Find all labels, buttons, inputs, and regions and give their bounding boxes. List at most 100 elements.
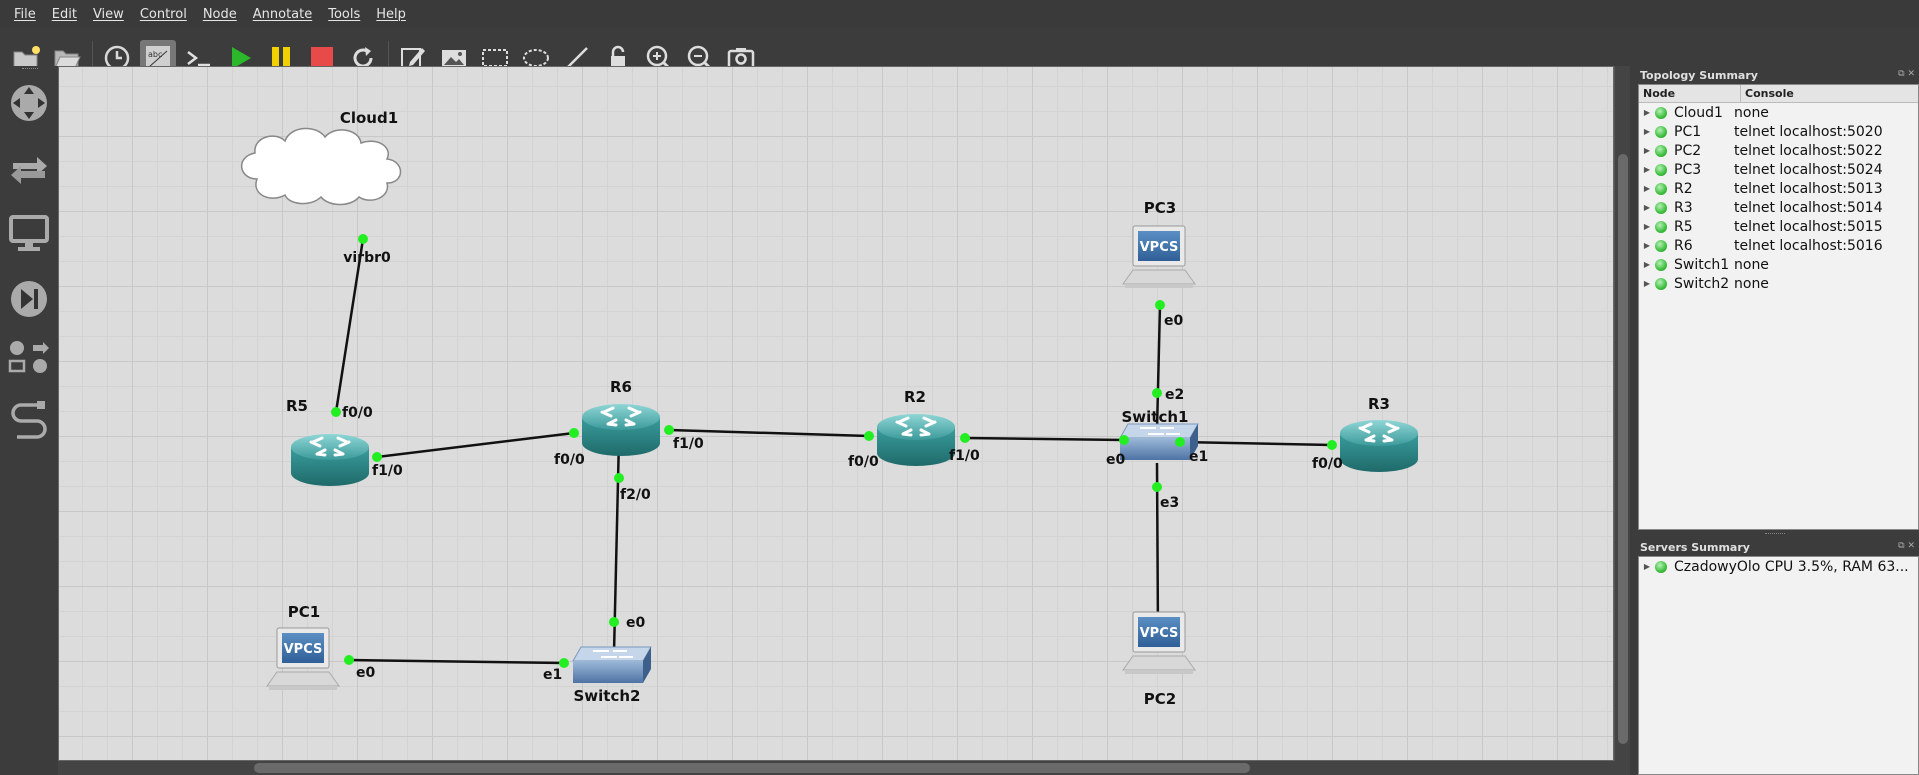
node-status-icon — [1655, 239, 1667, 252]
console-cell: none — [1734, 275, 1769, 292]
canvas-horizontal-scrollbar[interactable] — [58, 761, 1630, 775]
menu-file[interactable]: File — [6, 7, 44, 22]
end-device-type-icon — [9, 215, 49, 251]
column-header-node[interactable]: Node — [1639, 85, 1741, 102]
browse-routers-button[interactable] — [6, 80, 52, 126]
topology-summary-row[interactable]: ▶ Switch1 none — [1639, 255, 1918, 274]
port-dot — [344, 655, 354, 665]
topology-summary-row[interactable]: ▶ R6 telnet localhost:5016 — [1639, 236, 1918, 255]
panel-float-close-icons[interactable]: ⧉ ✕ — [1898, 541, 1915, 551]
port-dot — [1119, 435, 1129, 445]
node-types-dock — [0, 66, 58, 775]
port-label: e0 — [626, 615, 645, 631]
node-name-cell: R5 — [1674, 218, 1693, 235]
node-label: R6 — [610, 378, 632, 396]
link-r2-switch1[interactable] — [964, 436, 1125, 442]
port-dot — [358, 234, 368, 244]
port-label: e0 — [1164, 313, 1183, 329]
link-r5-r6[interactable] — [376, 431, 575, 459]
servers-summary-title: Servers Summary — [1640, 541, 1750, 554]
expand-arrow-icon[interactable]: ▶ — [1639, 222, 1655, 231]
node-r5[interactable]: R5 f0/0 f1/0 — [286, 397, 403, 488]
browse-security-devices-button[interactable] — [6, 276, 52, 322]
node-status-icon — [1655, 220, 1667, 233]
console-cell: telnet localhost:5015 — [1734, 218, 1883, 235]
scrollbar-thumb[interactable] — [254, 763, 1250, 773]
menu-view[interactable]: View — [85, 7, 132, 22]
port-label: e0 — [1106, 452, 1125, 468]
add-link-button[interactable] — [6, 396, 52, 442]
browse-end-devices-button[interactable] — [6, 210, 52, 256]
topology-summary-list: ▶ Cloud1 none ▶ PC1 telnet localhost:5020 ▶ PC2… — [1639, 103, 1918, 293]
node-cloud1[interactable]: Cloud1 virbr0 — [241, 109, 402, 266]
menu-edit[interactable]: Edit — [44, 7, 85, 22]
link-pc1-switch2[interactable] — [348, 658, 565, 665]
expand-arrow-icon[interactable]: ▶ — [1639, 184, 1655, 193]
menu-annotate[interactable]: Annotate — [245, 7, 320, 22]
scrollbar-thumb[interactable] — [1618, 154, 1628, 744]
splitter-grip[interactable] — [1765, 533, 1785, 534]
port-dot — [1327, 440, 1337, 450]
node-r6[interactable]: R6 f0/0 f1/0 f2/0 — [554, 378, 704, 503]
link-switch1-r3[interactable] — [1179, 440, 1333, 447]
topology-summary-row[interactable]: ▶ PC3 telnet localhost:5024 — [1639, 160, 1918, 179]
menu-tools[interactable]: Tools — [320, 7, 368, 22]
vpcs-pc-icon — [1122, 225, 1196, 289]
expand-arrow-icon[interactable]: ▶ — [1639, 203, 1655, 212]
console-cell: telnet localhost:5022 — [1734, 142, 1883, 159]
topology-summary-row[interactable]: ▶ PC2 telnet localhost:5022 — [1639, 141, 1918, 160]
browse-all-devices-button[interactable] — [6, 336, 52, 382]
vpcs-badge: VPCS — [284, 642, 323, 657]
console-cell: none — [1734, 256, 1769, 273]
node-status-icon — [1655, 277, 1667, 290]
port-label: f0/0 — [342, 405, 373, 421]
node-label: R2 — [904, 388, 926, 406]
server-status-icon — [1655, 560, 1667, 573]
node-pc2[interactable]: e0 VPCS PC2 — [1122, 611, 1196, 708]
port-dot — [1152, 482, 1162, 492]
node-pc1[interactable]: PC1 VPCS e0 — [266, 603, 375, 691]
expand-arrow-icon[interactable]: ▶ — [1639, 108, 1655, 117]
node-switch2[interactable]: e0 e1 Switch2 — [543, 615, 652, 705]
menu-control[interactable]: Control — [132, 7, 195, 22]
expand-arrow-icon[interactable]: ▶ — [1639, 146, 1655, 155]
expand-arrow-icon[interactable]: ▶ — [1639, 279, 1655, 288]
vpcs-badge: VPCS — [1140, 626, 1179, 641]
topology-summary-row[interactable]: ▶ Cloud1 none — [1639, 103, 1918, 122]
topology-summary-header: Node Console — [1639, 85, 1918, 103]
menu-bar: File Edit View Control Node Annotate Too… — [0, 0, 1919, 28]
port-dot — [664, 425, 674, 435]
node-r3[interactable]: R3 f0/0 — [1312, 395, 1420, 474]
topology-summary-row[interactable]: ▶ R5 telnet localhost:5015 — [1639, 217, 1918, 236]
canvas-vertical-scrollbar[interactable] — [1614, 66, 1630, 761]
dock-grip — [22, 68, 38, 71]
node-pc3[interactable]: PC3 VPCS e0 — [1122, 199, 1196, 329]
menu-help[interactable]: Help — [368, 7, 414, 22]
topology-summary-row[interactable]: ▶ R3 telnet localhost:5014 — [1639, 198, 1918, 217]
port-dot — [960, 433, 970, 443]
menu-node[interactable]: Node — [195, 7, 245, 22]
port-dot — [614, 473, 624, 483]
topology-canvas[interactable]: Cloud1 virbr0 R5 f0/0 f1/0 R6 f0/0 f1/0 … — [58, 66, 1614, 761]
server-row[interactable]: ▶ CzadowyOlo CPU 3.5%, RAM 63... — [1639, 557, 1918, 576]
expand-arrow-icon[interactable]: ▶ — [1639, 127, 1655, 136]
node-r2[interactable]: R2 f0/0 f1/0 — [848, 388, 980, 470]
browse-switches-button[interactable] — [6, 146, 52, 192]
topology-summary-row[interactable]: ▶ R2 telnet localhost:5013 — [1639, 179, 1918, 198]
port-label: e0 — [356, 665, 375, 681]
panel-float-close-icons[interactable]: ⧉ ✕ — [1898, 69, 1915, 79]
expand-arrow-icon[interactable]: ▶ — [1639, 241, 1655, 250]
topology-summary-row[interactable]: ▶ PC1 telnet localhost:5020 — [1639, 122, 1918, 141]
expand-arrow-icon[interactable]: ▶ — [1639, 165, 1655, 174]
node-name-cell: R3 — [1674, 199, 1693, 216]
column-header-console[interactable]: Console — [1741, 85, 1798, 102]
port-label: f0/0 — [1312, 456, 1343, 472]
servers-summary-list: ▶ CzadowyOlo CPU 3.5%, RAM 63... — [1639, 557, 1918, 576]
topology-summary-row[interactable]: ▶ Switch2 none — [1639, 274, 1918, 293]
security-device-type-icon — [11, 281, 47, 317]
switch-icon — [572, 646, 652, 684]
router-icon — [875, 412, 957, 468]
expand-arrow-icon[interactable]: ▶ — [1639, 260, 1655, 269]
node-name-cell: R6 — [1674, 237, 1693, 254]
expand-arrow-icon[interactable]: ▶ — [1639, 562, 1655, 571]
